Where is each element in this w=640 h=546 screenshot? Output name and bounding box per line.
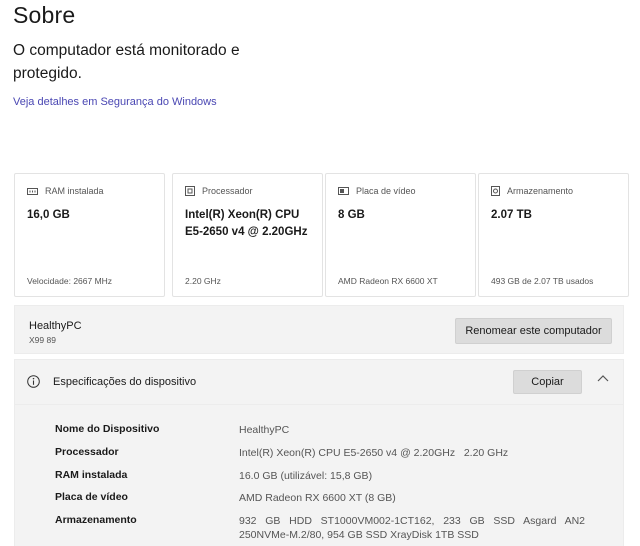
card-storage-footer: 493 GB de 2.07 TB usados (491, 276, 594, 286)
card-ram: RAM instalada 16,0 GB Velocidade: 2667 M… (14, 173, 165, 297)
card-storage-value: 2.07 TB (491, 209, 532, 221)
rename-pc-button[interactable]: Renomear este computador (455, 318, 612, 344)
spec-key: Processador (55, 446, 119, 458)
spec-value: AMD Radeon RX 6600 XT (8 GB) (239, 492, 396, 504)
card-gpu-footer: AMD Radeon RX 6600 XT (338, 276, 438, 286)
device-specs-header[interactable]: Especificações do dispositivo Copiar (14, 359, 624, 405)
card-processor-value: Intel(R) Xeon(R) CPU E5-2650 v4 @ 2.20GH… (185, 209, 308, 238)
card-gpu-label: Placa de vídeo (356, 186, 416, 196)
card-ram-label: RAM instalada (45, 186, 104, 196)
card-processor-label: Processador (202, 186, 253, 196)
card-ram-value: 16,0 GB (27, 209, 70, 221)
ram-icon (27, 187, 38, 195)
card-gpu: Placa de vídeo 8 GB AMD Radeon RX 6600 X… (325, 173, 476, 297)
card-processor: Processador Intel(R) Xeon(R) CPU E5-2650… (172, 173, 323, 297)
storage-icon (491, 186, 500, 196)
card-gpu-value: 8 GB (338, 209, 365, 221)
page-title: Sobre (13, 2, 76, 28)
spec-key: Armazenamento (55, 514, 137, 526)
spec-value: 16.0 GB (utilizável: 15,8 GB) (239, 470, 373, 482)
summary-cards: RAM instalada 16,0 GB Velocidade: 2667 M… (14, 173, 629, 298)
spec-key: Placa de vídeo (55, 491, 128, 503)
card-storage-label: Armazenamento (507, 186, 574, 196)
pc-name-bar: HealthyPC X99 89 Renomear este computado… (14, 305, 624, 354)
gpu-icon (338, 186, 349, 195)
card-storage: Armazenamento 2.07 TB 493 GB de 2.07 TB … (478, 173, 629, 297)
spec-value: 932 GB HDD ST1000VM002-1CT162, 233 GB SS… (239, 515, 585, 541)
processor-icon (185, 186, 195, 196)
card-processor-footer: 2.20 GHz (185, 276, 221, 286)
pc-model: X99 89 (29, 335, 56, 345)
device-specs-body: Nome do Dispositivo HealthyPC Processado… (14, 405, 624, 546)
spec-key: RAM instalada (55, 469, 128, 481)
pc-name: HealthyPC (29, 320, 82, 332)
spec-value: Intel(R) Xeon(R) CPU E5-2650 v4 @ 2.20GH… (239, 447, 509, 459)
spec-value: HealthyPC (239, 424, 290, 436)
copy-button[interactable]: Copiar (513, 370, 582, 394)
windows-security-link[interactable]: Veja detalhes em Segurança do Windows (13, 96, 217, 108)
card-ram-footer: Velocidade: 2667 MHz (27, 276, 113, 286)
info-icon (27, 375, 40, 388)
security-status-text: O computador está monitorado e protegido… (13, 42, 240, 82)
chevron-up-icon[interactable] (597, 374, 609, 382)
spec-key: Nome do Dispositivo (55, 423, 160, 435)
device-specs-title: Especificações do dispositivo (53, 376, 197, 388)
